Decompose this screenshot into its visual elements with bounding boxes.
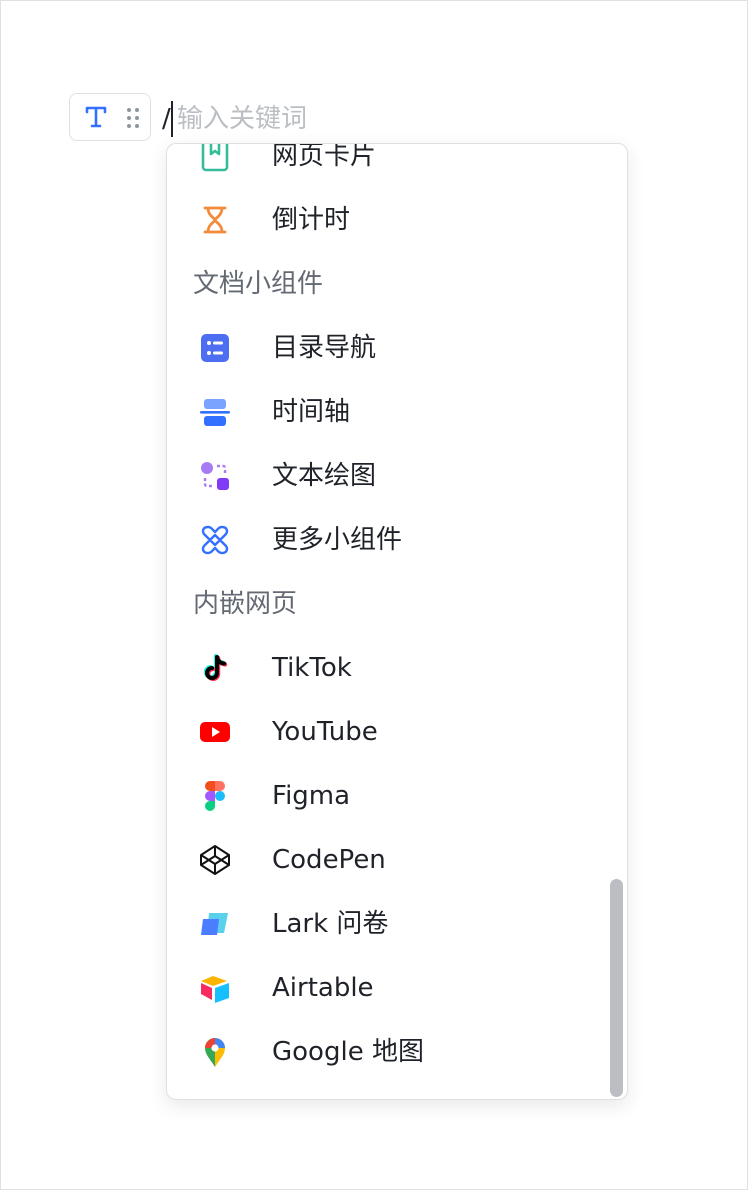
tiktok-icon — [199, 652, 231, 684]
menu-item-label: 时间轴 — [272, 397, 351, 427]
menu-item-airtable[interactable]: Airtable — [167, 960, 607, 1016]
menu-item-text-diagram[interactable]: 文本绘图 — [167, 448, 607, 504]
menu-item-web-card[interactable]: 网页卡片 — [167, 143, 607, 184]
menu-item-lark-survey[interactable]: Lark 问卷 — [167, 896, 607, 952]
google-maps-icon — [199, 1036, 231, 1068]
menu-scrollbar[interactable] — [610, 879, 623, 1097]
menu-item-label: 目录导航 — [272, 333, 377, 363]
menu-item-label: Figma — [272, 781, 351, 811]
section-title-embed: 内嵌网页 — [193, 589, 298, 619]
toc-list-icon — [199, 332, 231, 364]
menu-item-toc[interactable]: 目录导航 — [167, 320, 607, 376]
menu-item-label: 更多小组件 — [272, 525, 403, 555]
web-card-icon — [199, 144, 231, 172]
menu-item-label: Google 地图 — [272, 1037, 424, 1067]
lark-survey-icon — [199, 908, 231, 940]
menu-item-google-maps[interactable]: Google 地图 — [167, 1024, 607, 1080]
menu-item-label: Airtable — [272, 973, 374, 1003]
drag-handle-icon[interactable] — [126, 107, 140, 129]
more-widgets-icon — [199, 524, 231, 556]
menu-item-tiktok[interactable]: TikTok — [167, 640, 607, 696]
timeline-icon — [199, 396, 231, 428]
text-cursor — [171, 101, 173, 137]
menu-item-label: Lark 问卷 — [272, 909, 389, 939]
menu-item-figma[interactable]: Figma — [167, 768, 607, 824]
youtube-icon — [199, 716, 231, 748]
airtable-icon — [199, 972, 231, 1004]
codepen-icon — [199, 844, 231, 876]
menu-item-countdown[interactable]: 倒计时 — [167, 192, 607, 248]
slash-command-char: / — [162, 104, 171, 134]
hourglass-icon — [199, 204, 231, 236]
menu-item-more-widgets[interactable]: 更多小组件 — [167, 512, 607, 568]
text-diagram-icon — [199, 460, 231, 492]
menu-item-timeline[interactable]: 时间轴 — [167, 384, 607, 440]
menu-item-label: 文本绘图 — [272, 461, 377, 491]
menu-item-label: CodePen — [272, 845, 386, 875]
keyword-search-input[interactable]: 输入关键词 — [177, 102, 307, 136]
menu-item-label: TikTok — [272, 653, 352, 683]
menu-item-youtube[interactable]: YouTube — [167, 704, 607, 760]
menu-item-codepen[interactable]: CodePen — [167, 832, 607, 888]
figma-icon — [199, 780, 231, 812]
menu-item-label: 网页卡片 — [272, 143, 377, 171]
menu-item-label: YouTube — [272, 717, 378, 747]
block-type-handle[interactable] — [69, 93, 151, 141]
slash-command-menu: 网页卡片 倒计时 文档小组件 目录导航 时间轴 文本绘图 更多小组件 内嵌网页 … — [166, 143, 628, 1100]
menu-item-label: 倒计时 — [272, 205, 351, 235]
text-type-icon — [82, 103, 110, 131]
section-title-doc-widgets: 文档小组件 — [193, 269, 324, 299]
